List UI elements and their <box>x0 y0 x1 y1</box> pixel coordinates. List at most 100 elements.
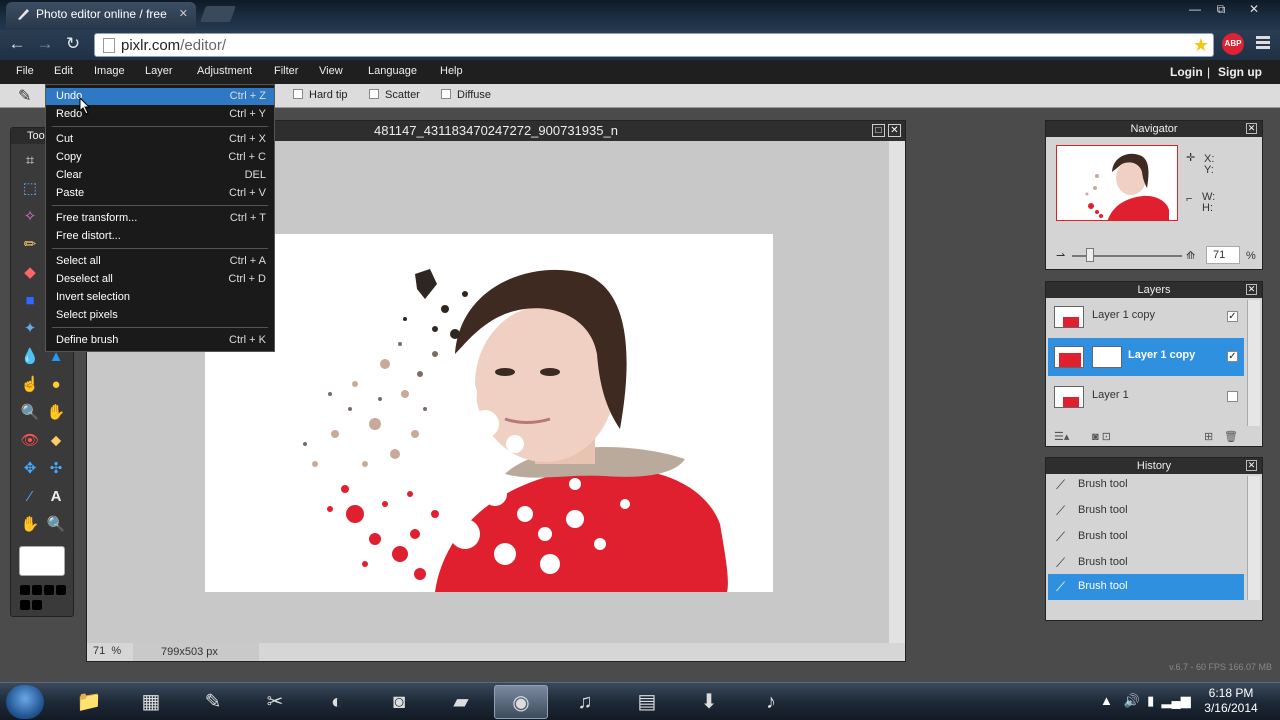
history-item[interactable]: ⟋ Brush tool <box>1048 524 1244 550</box>
menu-adjustment[interactable]: Adjustment <box>197 65 252 77</box>
zoom-icon[interactable]: 🔍 <box>45 514 67 536</box>
close-icon[interactable]: ✕ <box>1246 284 1257 295</box>
pencil-icon[interactable]: ✏ <box>19 234 41 256</box>
document-vertical-scrollbar[interactable] <box>889 141 905 645</box>
blur-icon[interactable]: 💧 <box>19 346 41 368</box>
bloat-icon[interactable]: ✥ <box>19 458 41 480</box>
picker-icon[interactable]: ⁄ <box>19 486 41 508</box>
menu-item-paste[interactable]: Paste Ctrl + V <box>46 185 274 202</box>
explorer-icon[interactable]: 📁 <box>62 685 116 719</box>
menu-item-select-pixels[interactable]: Select pixels <box>46 307 274 324</box>
layer-visibility-checkbox[interactable] <box>1227 391 1238 402</box>
close-icon[interactable]: ✕ <box>1246 123 1257 134</box>
hand-icon[interactable]: ✋ <box>19 514 41 536</box>
menu-item-free-distort[interactable]: Free distort... <box>46 228 274 245</box>
adblock-extension-icon[interactable]: ABP 40 <box>1222 33 1244 70</box>
camera-icon[interactable]: ◙ <box>372 685 426 719</box>
scatter-checkbox[interactable] <box>369 89 379 99</box>
history-item[interactable]: ⟋ Brush tool <box>1048 498 1244 524</box>
layer-row[interactable]: Layer 1 copy ✓ <box>1048 298 1244 336</box>
app-icon[interactable]: ◐ <box>310 685 364 719</box>
spot-heal-icon[interactable]: ⬥ <box>45 430 67 452</box>
history-item-selected[interactable]: ⟋ Brush tool <box>1048 574 1244 600</box>
new-tab-button[interactable] <box>200 6 236 22</box>
close-window-button[interactable]: ✕ <box>1234 0 1274 20</box>
login-link[interactable]: Login <box>1170 65 1203 79</box>
marquee-icon[interactable]: ⬚ <box>19 178 41 200</box>
crop-icon[interactable]: ⌗ <box>19 150 41 172</box>
browser-tab[interactable]: Photo editor online / free ✕ <box>6 2 196 28</box>
diffuse-option[interactable]: Diffuse <box>441 89 491 101</box>
delete-layer-icon[interactable]: 🗑 <box>1224 430 1238 443</box>
history-scrollbar[interactable] <box>1247 476 1260 600</box>
menu-item-clear[interactable]: Clear DEL <box>46 167 274 184</box>
signal-icon[interactable]: ▂▄▆ <box>1162 693 1191 708</box>
tab-close-icon[interactable]: ✕ <box>179 2 188 26</box>
folder-icon[interactable]: ▰ <box>434 685 488 719</box>
itunes-icon[interactable]: ♫ <box>558 685 612 719</box>
eraser-icon[interactable]: ◆ <box>19 262 41 284</box>
smudge-icon[interactable]: ☝ <box>19 374 41 396</box>
layers-scrollbar[interactable] <box>1247 300 1260 426</box>
photo-canvas[interactable] <box>205 234 773 592</box>
sponge-icon[interactable]: ● <box>45 374 67 396</box>
diffuse-checkbox[interactable] <box>441 89 451 99</box>
hard-tip-option[interactable]: Hard tip <box>293 89 348 101</box>
signup-link[interactable]: Sign up <box>1218 65 1262 79</box>
menu-help[interactable]: Help <box>440 65 463 77</box>
spreadsheet-icon[interactable]: ▤ <box>620 685 674 719</box>
forward-icon[interactable]: → <box>34 34 56 56</box>
menu-edit[interactable]: Edit <box>54 65 73 77</box>
tray-expand-icon[interactable]: ▲ <box>1100 693 1113 708</box>
notepad-icon[interactable]: ✎ <box>186 685 240 719</box>
layer-mask-icon[interactable]: ◙ ⊡ <box>1092 430 1111 443</box>
menu-layer[interactable]: Layer <box>145 65 173 77</box>
layer-visibility-checkbox[interactable]: ✓ <box>1227 351 1238 362</box>
history-item[interactable]: ⟋ Brush tool <box>1048 550 1244 576</box>
back-icon[interactable]: ← <box>6 34 28 56</box>
menu-item-deselect-all[interactable]: Deselect all Ctrl + D <box>46 271 274 288</box>
menu-item-cut[interactable]: Cut Ctrl + X <box>46 131 274 148</box>
maximize-button[interactable]: ⧉ <box>1208 0 1234 20</box>
doc-close-icon[interactable]: ✕ <box>888 124 901 137</box>
gradient-icon[interactable]: ■ <box>19 290 41 312</box>
menu-file[interactable]: File <box>16 65 34 77</box>
menu-image[interactable]: Image <box>94 65 125 77</box>
dodge-icon[interactable]: ✋ <box>45 402 67 424</box>
reload-icon[interactable]: ↻ <box>62 34 84 56</box>
color-swatch[interactable] <box>19 546 65 576</box>
menu-language[interactable]: Language <box>368 65 417 77</box>
zoom-in-icon[interactable]: ⟰ <box>1186 249 1195 262</box>
menu-item-select-all[interactable]: Select all Ctrl + A <box>46 253 274 270</box>
clone-icon[interactable]: ✦ <box>19 318 41 340</box>
menu-view[interactable]: View <box>319 65 343 77</box>
network-icon[interactable]: ▮ <box>1147 693 1154 708</box>
zoom-out-icon[interactable]: ⇀ <box>1056 249 1065 262</box>
menu-item-free-transform[interactable]: Free transform... Ctrl + T <box>46 210 274 227</box>
minimize-button[interactable]: — <box>1182 0 1208 20</box>
clock[interactable]: 6:18 PM 3/16/2014 <box>1196 686 1266 716</box>
chrome-taskbar-icon[interactable]: ◉ <box>494 685 548 719</box>
layer-settings-icon[interactable]: ☰▴ <box>1054 430 1069 443</box>
start-button[interactable] <box>6 685 44 719</box>
redeye-icon[interactable]: 👁 <box>19 430 41 452</box>
history-item[interactable]: ⟋ Brush tool <box>1048 472 1244 498</box>
menu-item-copy[interactable]: Copy Ctrl + C <box>46 149 274 166</box>
menu-item-define-brush[interactable]: Define brush Ctrl + K <box>46 332 274 349</box>
volume-icon[interactable]: 🔊 <box>1124 693 1140 708</box>
layer-visibility-checkbox[interactable]: ✓ <box>1227 311 1238 322</box>
view-mode-icons[interactable] <box>19 584 67 614</box>
pinch-icon[interactable]: ✣ <box>45 458 67 480</box>
menu-filter[interactable]: Filter <box>274 65 298 77</box>
doc-maximize-icon[interactable]: □ <box>872 124 885 137</box>
itunes-icon[interactable]: ♪ <box>744 685 798 719</box>
menu-item-invert-selection[interactable]: Invert selection <box>46 289 274 306</box>
burn-icon[interactable]: 🔍 <box>19 402 41 424</box>
navigator-thumbnail[interactable] <box>1056 145 1178 221</box>
download-icon[interactable]: ⬇ <box>682 685 736 719</box>
layer-row-selected[interactable]: Layer 1 copy ✓ <box>1048 338 1244 376</box>
calculator-icon[interactable]: ▦ <box>124 685 178 719</box>
bookmark-star-icon[interactable]: ★ <box>1193 35 1209 56</box>
nav-zoom-input[interactable]: 71 <box>1206 246 1240 264</box>
chrome-menu-icon[interactable] <box>1256 36 1270 51</box>
